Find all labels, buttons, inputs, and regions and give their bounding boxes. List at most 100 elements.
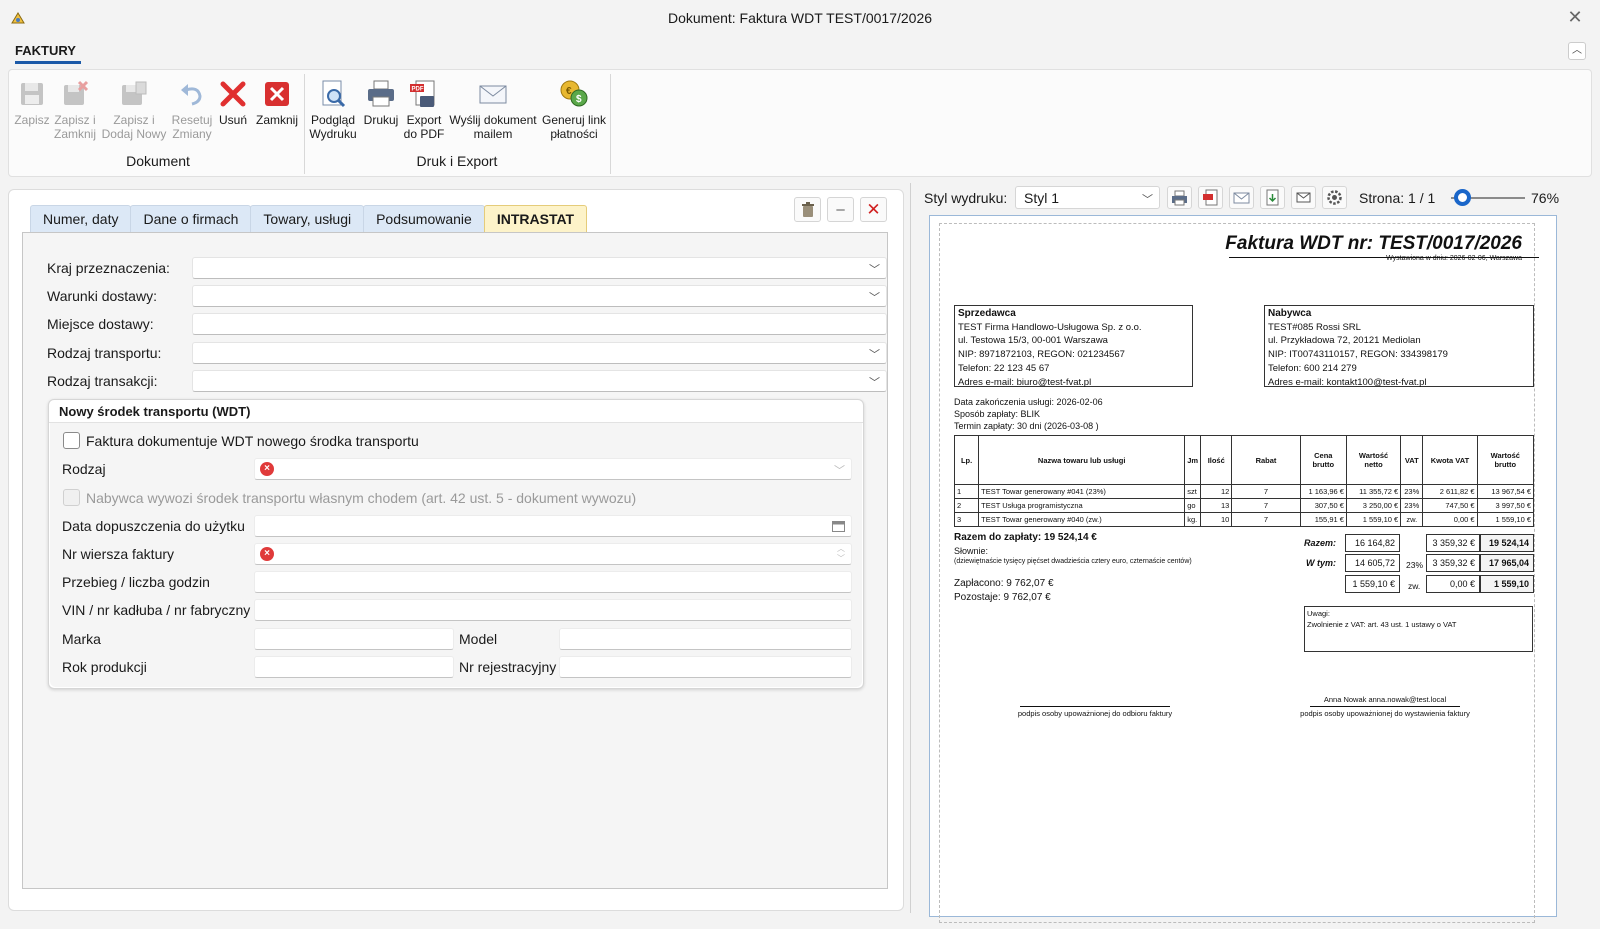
rodzaj-transportu-select[interactable]: ﹀ — [192, 342, 887, 364]
delete-x-icon — [220, 81, 246, 107]
generate-payment-link-button[interactable]: € $ Generuj link płatności — [541, 78, 607, 141]
signature-issuer-label: podpis osoby upoważnionej do wystawienia… — [1300, 709, 1470, 718]
rodzaj-label: Rodzaj — [62, 461, 106, 477]
rodzaj-transakcji-select[interactable]: ﹀ — [192, 370, 887, 392]
print-style-select[interactable]: Styl 1 ﹀ — [1015, 186, 1160, 209]
wdt-transport-panel: Nowy środek transportu (WDT) Faktura dok… — [48, 399, 864, 689]
chevron-down-icon: ﹀ — [834, 465, 845, 477]
faktura-wdt-checkbox[interactable] — [63, 432, 80, 449]
preview-email-button[interactable] — [1229, 186, 1254, 209]
tab-numer-daty[interactable]: Numer, daty — [30, 205, 132, 232]
tab-towary-uslugi[interactable]: Towary, usługi — [250, 205, 365, 232]
model-label: Model — [459, 631, 498, 647]
nr-wiersza-input[interactable]: × ︿ ﹀ — [254, 543, 852, 565]
delete-button[interactable]: Usuń — [216, 78, 250, 127]
marka-label: Marka — [62, 631, 101, 647]
send-email-button[interactable]: Wyślij dokument mailem — [447, 78, 539, 141]
preview-pdf-button[interactable] — [1198, 186, 1223, 209]
nr-rejestracyjny-input[interactable] — [559, 656, 852, 678]
preview-settings-button[interactable] — [1322, 186, 1347, 209]
close-panel-button[interactable]: ✕ — [860, 197, 887, 222]
invoice-items-table: Lp. Nazwa towaru lub usługi Jm Ilość Rab… — [953, 435, 1535, 527]
signature-line-issuer — [1310, 706, 1460, 707]
window-title: Dokument: Faktura WDT TEST/0017/2026 — [667, 10, 933, 26]
chevron-down-icon: ﹀ — [869, 349, 880, 361]
ribbon-panel: Zapisz Zapisz i Zamknij Zapisz i Dodaj N… — [8, 69, 1592, 177]
summary-rate-zw: zw. — [1408, 581, 1421, 591]
envelope-icon — [479, 85, 507, 104]
summary-netto-zw: 1 559,10 € — [1345, 575, 1400, 593]
ribbon-separator — [304, 74, 305, 174]
minimize-panel-button[interactable]: – — [827, 197, 854, 222]
summary-vat-23: 3 359,32 € — [1426, 554, 1480, 572]
zoom-label: 76% — [1531, 190, 1560, 206]
zoom-slider-thumb[interactable] — [1454, 189, 1471, 206]
preview-scrollbar[interactable] — [1561, 216, 1575, 818]
save-add-new-button[interactable]: Zapisz i Dodaj Nowy — [101, 78, 167, 141]
form-tabs: Numer, daty Dane o firmach Towary, usług… — [30, 205, 588, 232]
pdf-icon: PDF — [410, 80, 435, 107]
ribbon-tab-faktury[interactable]: FAKTURY — [15, 43, 76, 58]
miejsce-dostawy-input[interactable] — [192, 313, 887, 335]
vin-input[interactable] — [254, 599, 852, 621]
vin-label: VIN / nr kadłuba / nr fabryczny — [62, 602, 251, 618]
rok-produkcji-input[interactable] — [254, 656, 454, 678]
nabywca-wywozi-label: Nabywca wywozi środek transportu własnym… — [86, 490, 637, 506]
close-button[interactable]: Zamknij — [254, 78, 300, 127]
export-pdf-button[interactable]: PDF Export do PDF — [403, 78, 445, 141]
marka-input[interactable] — [254, 628, 454, 650]
reset-changes-button[interactable]: Resetuj Zmiany — [169, 78, 215, 141]
preview-export-button[interactable] — [1260, 186, 1285, 209]
model-input[interactable] — [559, 628, 852, 650]
kraj-przeznaczenia-select[interactable]: ﹀ — [192, 257, 887, 279]
summary-brutto-23: 17 965,04 — [1480, 554, 1534, 572]
spinner-icon[interactable]: ︿ ﹀ — [837, 544, 845, 564]
print-style-label: Styl wydruku: — [924, 190, 1008, 206]
summary-vat-total: 3 359,32 € — [1426, 534, 1480, 552]
ribbon-tab-indicator — [15, 61, 81, 64]
chevron-down-icon: ﹀ — [869, 377, 880, 389]
rodzaj-select[interactable]: × ﹀ — [254, 458, 852, 480]
summary-rate-23: 23% — [1406, 560, 1424, 570]
nabywca-wywozi-checkbox[interactable] — [63, 489, 80, 506]
tab-dane-firmach[interactable]: Dane o firmach — [130, 205, 252, 232]
ribbon-collapse-button[interactable]: ︿ — [1568, 42, 1586, 60]
wdt-panel-title: Nowy środek transportu (WDT) — [59, 404, 251, 419]
print-preview-button[interactable]: Podgląd Wydruku — [307, 78, 359, 141]
intrastat-content: Kraj przeznaczenia: ﹀ Warunki dostawy: ﹀… — [22, 232, 888, 889]
panel-actions: – ✕ — [794, 197, 887, 222]
gear-icon — [1327, 190, 1342, 205]
tab-podsumowanie[interactable]: Podsumowanie — [363, 205, 485, 232]
przebieg-input[interactable] — [254, 571, 852, 593]
summary-netto-total: 16 164,82 — [1345, 534, 1400, 552]
print-button[interactable]: Drukuj — [361, 78, 401, 127]
warunki-dostawy-select[interactable]: ﹀ — [192, 285, 887, 307]
summary-brutto-total: 19 524,14 — [1480, 534, 1534, 552]
save-button[interactable]: Zapisz — [13, 78, 51, 127]
floppy-close-icon — [64, 80, 89, 105]
slownie-text: (dziewiętnaście tysięcy pięćset dwadzieś… — [954, 558, 1192, 565]
uwagi-box: Uwagi: Zwolnienie z VAT: art. 43 ust. 1 … — [1304, 606, 1533, 652]
save-close-button[interactable]: Zapisz i Zamknij — [53, 78, 97, 141]
svg-text:$: $ — [576, 94, 582, 105]
preview-send-button[interactable] — [1291, 186, 1316, 209]
close-icon — [265, 82, 289, 106]
table-row: 3 TEST Towar generowany #040 (zw.) kg. 1… — [953, 512, 1535, 527]
data-dopuszczenia-input[interactable] — [254, 515, 852, 537]
preview-print-button[interactable] — [1167, 186, 1192, 209]
summary-razem-label: Razem: — [1304, 538, 1337, 548]
trash-button[interactable] — [794, 197, 821, 222]
table-row: 1 TEST Towar generowany #041 (23%) szt 1… — [953, 484, 1535, 499]
window-close-button[interactable]: ✕ — [1564, 6, 1586, 28]
title-bar: Dokument: Faktura WDT TEST/0017/2026 ✕ — [0, 0, 1600, 36]
chevron-down-icon: ﹀ — [869, 292, 880, 304]
razem-do-zaplaty: Razem do zapłaty: 19 524,14 € — [954, 532, 1097, 543]
preview-page-area[interactable]: Faktura WDT nr: TEST/0017/2026 Wystawion… — [929, 215, 1557, 923]
chevron-down-icon: ﹀ — [1142, 194, 1153, 206]
slownie-label: Słownie: — [954, 546, 989, 556]
payment-status: Zapłacono: 9 762,07 € Pozostaje: 9 762,0… — [954, 578, 1054, 603]
invoice-title: Faktura WDT nr: TEST/0017/2026 — [1225, 233, 1522, 254]
transakcja-label: Rodzaj transakcji: — [47, 373, 158, 389]
tab-intrastat[interactable]: INTRASTAT — [483, 205, 588, 232]
error-icon: × — [260, 462, 274, 476]
